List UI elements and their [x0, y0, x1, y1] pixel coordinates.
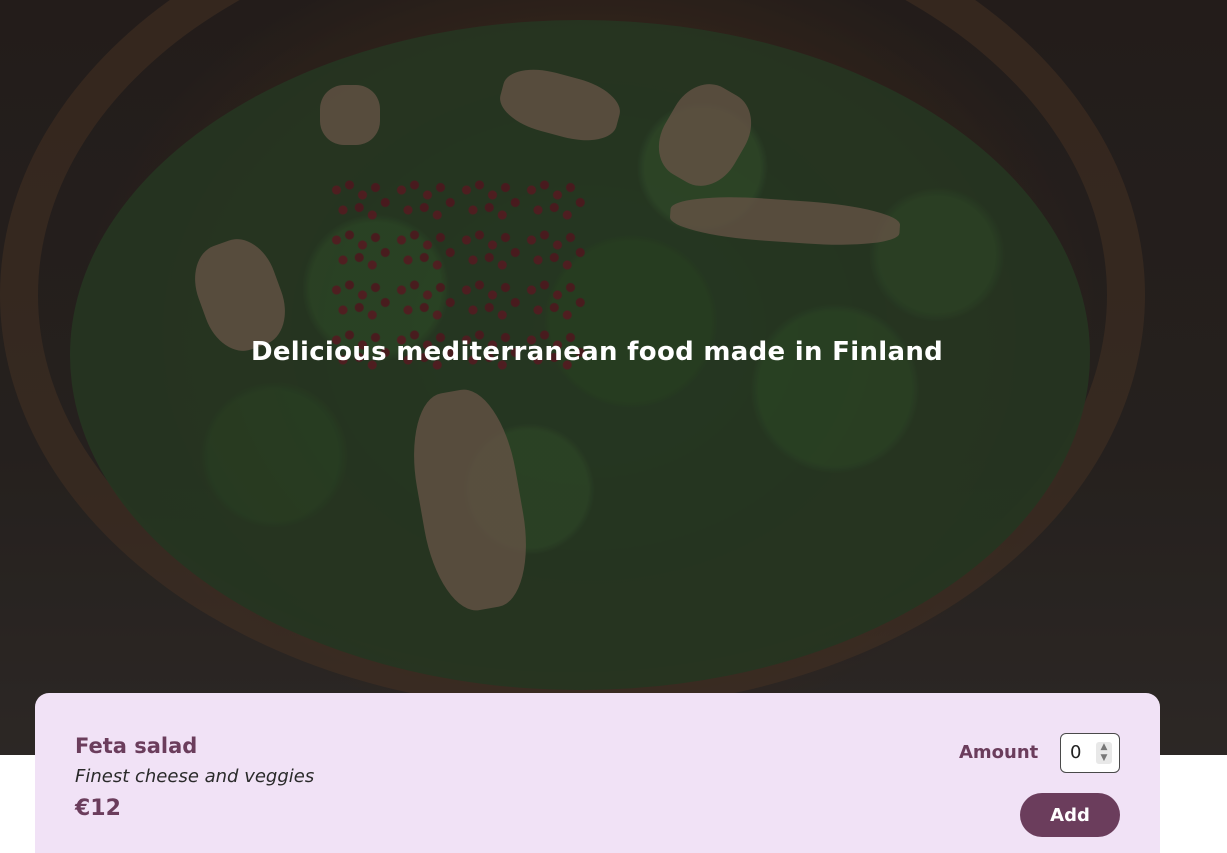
- add-button[interactable]: Add: [1020, 793, 1120, 837]
- amount-label: Amount: [959, 742, 1039, 763]
- amount-input[interactable]: 0 ▲ ▼: [1060, 733, 1120, 773]
- quantity-stepper[interactable]: ▲ ▼: [1096, 742, 1112, 764]
- chevron-up-icon[interactable]: ▲: [1096, 742, 1112, 753]
- meal-price: €12: [75, 796, 121, 821]
- meal-name: Feta salad: [75, 734, 198, 758]
- hero-image: Delicious mediterranean food made in Fin…: [0, 0, 1227, 755]
- chevron-down-icon[interactable]: ▼: [1096, 753, 1112, 764]
- hero-overlay: [0, 0, 1227, 755]
- amount-value: 0: [1070, 742, 1082, 763]
- meal-description: Finest cheese and veggies: [75, 766, 315, 787]
- meal-card: Feta salad Finest cheese and veggies €12…: [35, 693, 1160, 853]
- hero-tagline: Delicious mediterranean food made in Fin…: [250, 337, 944, 367]
